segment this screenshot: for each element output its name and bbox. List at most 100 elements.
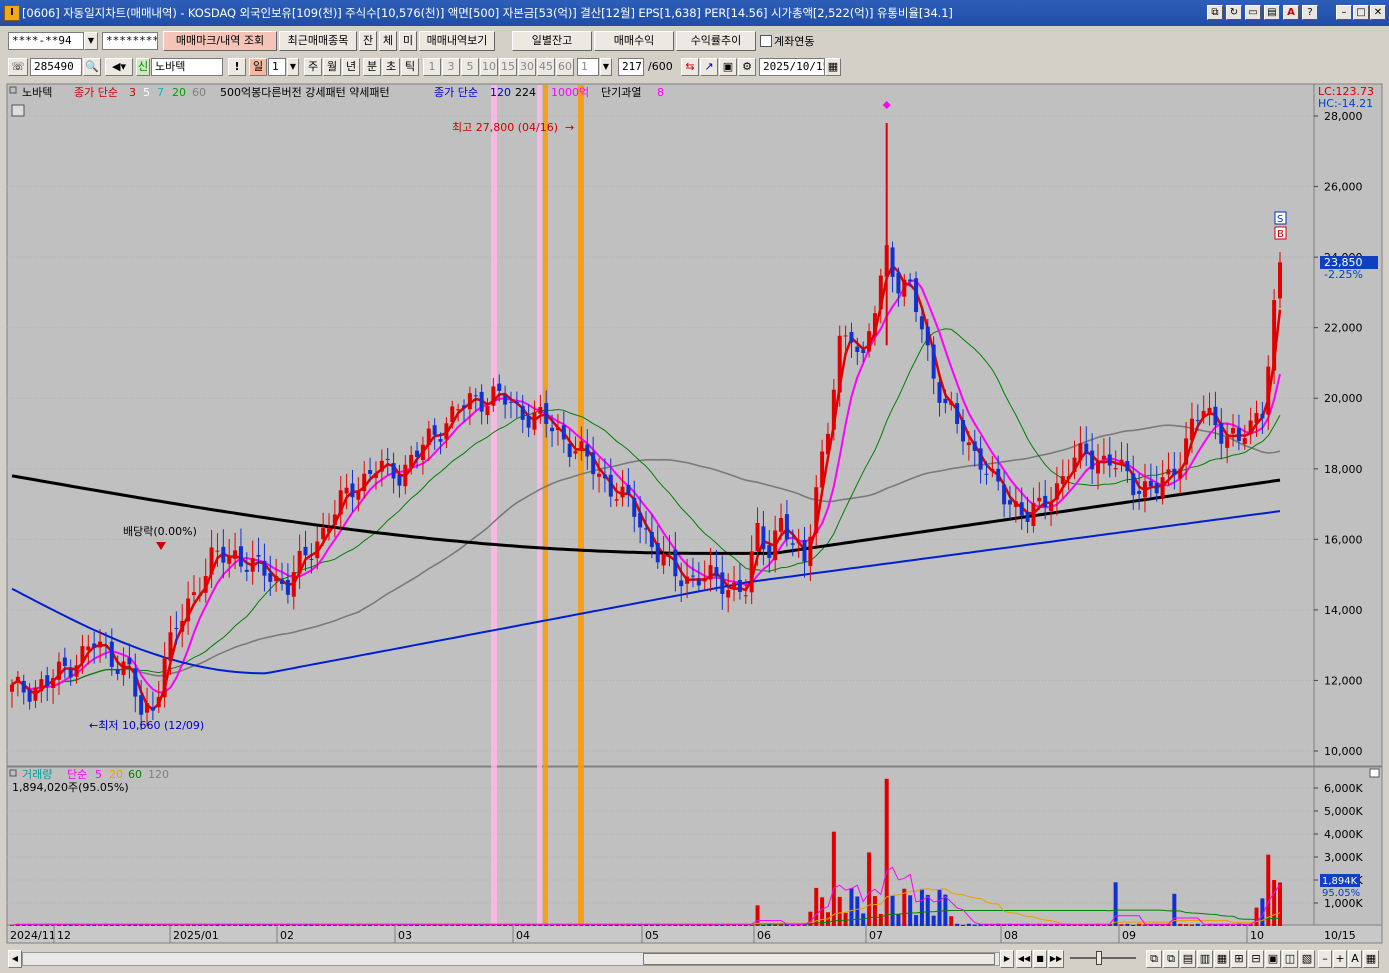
account-link-checkbox[interactable] <box>760 35 772 47</box>
candle-body <box>1178 468 1183 479</box>
layout3-icon[interactable]: ▤ <box>1180 950 1196 968</box>
layout2-icon[interactable]: ⧉ <box>1163 950 1179 968</box>
scroll-left-icon[interactable]: ◀ <box>8 950 22 968</box>
password-field[interactable]: ********* <box>102 32 158 50</box>
layout7-icon[interactable]: ⊟ <box>1248 950 1264 968</box>
period-minute-button[interactable]: 분 <box>363 58 381 76</box>
refresh-icon[interactable]: ↻ <box>1226 5 1242 20</box>
layout8-icon[interactable]: ▣ <box>1265 950 1281 968</box>
vol-panel-close-icon[interactable] <box>1369 768 1380 778</box>
scroll-right-icon[interactable]: ▶ <box>1000 950 1014 968</box>
text-tool-icon[interactable]: A <box>1348 950 1362 968</box>
candle-body <box>1007 500 1012 505</box>
volume-bar <box>802 924 807 926</box>
stop-icon[interactable]: ■ <box>1033 950 1047 968</box>
minimize-button[interactable]: – <box>1336 5 1352 20</box>
event-band <box>543 85 548 925</box>
period-year-button[interactable]: 년 <box>342 58 360 76</box>
period-dropdown-icon[interactable]: ▼ <box>287 58 299 76</box>
candle-body <box>256 555 261 557</box>
markview-button[interactable]: 매매마크/내역 조회 <box>163 31 277 51</box>
volume-panel[interactable] <box>6 766 1315 926</box>
layout9-icon[interactable]: ◫ <box>1282 950 1298 968</box>
che-button[interactable]: 체 <box>379 31 397 51</box>
period-tick-button[interactable]: 틱 <box>401 58 419 76</box>
daily-balance-button[interactable]: 일별잔고 <box>512 31 592 51</box>
settings-icon[interactable]: ⚙ <box>738 58 756 76</box>
tick-5-button[interactable]: 5 <box>461 58 479 76</box>
zoom-out-icon[interactable]: – <box>1318 950 1332 968</box>
candle-body <box>1278 262 1282 299</box>
scrollbar-track[interactable] <box>22 952 1000 966</box>
maximize-button[interactable]: □ <box>1353 5 1369 20</box>
chart-type-icon[interactable]: ⇆ <box>681 58 699 76</box>
mi-button[interactable]: 미 <box>399 31 417 51</box>
link-icon[interactable]: ⧉ <box>1207 5 1223 20</box>
last-icon[interactable]: ▶▶ <box>1048 950 1064 968</box>
tick-60-button[interactable]: 60 <box>556 58 574 76</box>
zoom-slider[interactable] <box>1070 957 1136 959</box>
window-icon[interactable]: ▭ <box>1245 5 1261 20</box>
stock-code-field[interactable]: 285490 <box>30 58 82 76</box>
print-icon[interactable]: ▤ <box>1264 5 1280 20</box>
candle-body <box>1266 366 1271 415</box>
layout4-icon[interactable]: ▥ <box>1197 950 1213 968</box>
layout-icon[interactable]: ▦ <box>1363 950 1379 968</box>
volume-bar <box>1178 923 1183 926</box>
tick-dropdown-icon[interactable]: ▼ <box>600 58 612 76</box>
tick-45-button[interactable]: 45 <box>537 58 555 76</box>
profit-trend-button[interactable]: 수익률추이 <box>676 31 756 51</box>
close-button[interactable]: ✕ <box>1370 5 1386 20</box>
chart-area[interactable]: 28,00026,00024,00022,00020,00018,00016,0… <box>0 80 1389 970</box>
layout1-icon[interactable]: ⧉ <box>1146 950 1162 968</box>
tick-1-button[interactable]: 1 <box>423 58 441 76</box>
candle-body <box>1189 418 1194 441</box>
period-month-button[interactable]: 월 <box>323 58 341 76</box>
volume-bar <box>1242 924 1247 926</box>
first-icon[interactable]: ◀◀ <box>1016 950 1032 968</box>
period-input[interactable]: 1 <box>268 58 286 76</box>
period-day-button[interactable]: 일 <box>249 58 267 76</box>
tick-10-button[interactable]: 10 <box>480 58 498 76</box>
account-dropdown-icon[interactable]: ▼ <box>84 32 98 50</box>
layout5-icon[interactable]: ▦ <box>1214 950 1230 968</box>
legend-ma-120: 120 <box>490 86 511 99</box>
help-icon[interactable]: ? <box>1302 5 1318 20</box>
date-field[interactable]: 2025/10/15 <box>759 58 825 76</box>
save-icon[interactable]: ▣ <box>719 58 737 76</box>
tick-15-button[interactable]: 15 <box>499 58 517 76</box>
zoom-slider-handle[interactable] <box>1096 951 1102 965</box>
trade-profit-button[interactable]: 매매수익 <box>594 31 674 51</box>
volume-bar <box>931 915 936 926</box>
scrollbar-thumb[interactable] <box>643 953 995 965</box>
layout6-icon[interactable]: ⊞ <box>1231 950 1247 968</box>
jan-button[interactable]: 잔 <box>359 31 377 51</box>
stock-name-field[interactable]: 노바텍 <box>151 58 223 76</box>
x-axis-label: 04 <box>516 929 530 942</box>
trend-icon[interactable]: ↗ <box>700 58 718 76</box>
tick-30-button[interactable]: 30 <box>518 58 536 76</box>
grid-toggle-icon[interactable] <box>11 104 25 117</box>
count-field[interactable]: 217 <box>618 58 644 76</box>
account-field[interactable]: ****-**94 <box>8 32 84 50</box>
history-button[interactable]: 매매내역보기 <box>419 31 495 51</box>
chart-svg[interactable]: 28,00026,00024,00022,00020,00018,00016,0… <box>0 80 1389 970</box>
calendar-icon[interactable]: ▦ <box>825 58 841 76</box>
period-week-button[interactable]: 주 <box>304 58 322 76</box>
zoom-in-icon[interactable]: + <box>1333 950 1347 968</box>
candle-body <box>555 427 560 431</box>
tick-3-button[interactable]: 3 <box>442 58 460 76</box>
recent-stocks-button[interactable]: 최근매매종목 <box>279 31 357 51</box>
alert-icon[interactable]: ! <box>228 58 246 76</box>
candle-body <box>209 547 214 575</box>
tick-input[interactable]: 1 <box>577 58 599 76</box>
phone-icon[interactable]: ☏ <box>8 58 28 76</box>
candle-body <box>162 658 167 698</box>
search-icon[interactable]: 🔍 <box>83 58 101 76</box>
font-icon[interactable]: A <box>1283 5 1299 20</box>
speaker-icon[interactable]: ◀▾ <box>105 58 133 76</box>
low-annotation: ←최저 10,660 (12/09) <box>89 719 204 732</box>
layout10-icon[interactable]: ▧ <box>1299 950 1315 968</box>
candle-body <box>10 684 14 692</box>
period-second-button[interactable]: 초 <box>382 58 400 76</box>
